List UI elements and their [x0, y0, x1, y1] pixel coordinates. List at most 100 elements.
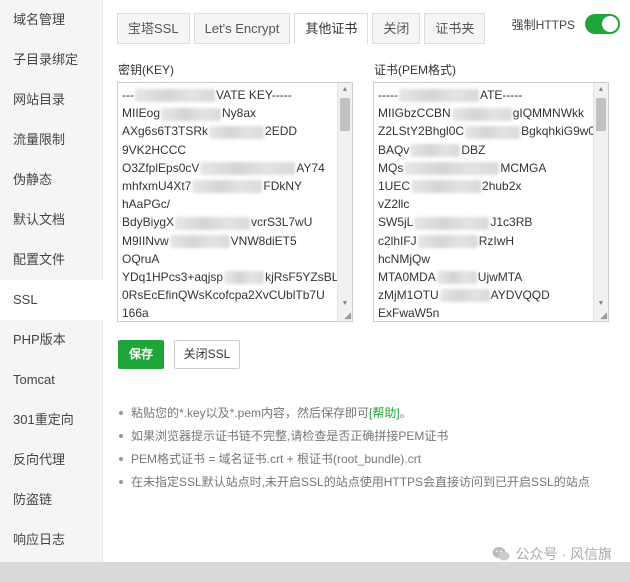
scroll-up-arrow-icon[interactable]: ▲ [338, 83, 352, 97]
redacted-region [451, 107, 512, 121]
redacted-region [404, 162, 500, 176]
key-line: OQruA [122, 251, 160, 266]
sidebar-item-response-log[interactable]: 响应日志 [0, 520, 102, 560]
wechat-icon [492, 546, 510, 562]
sidebar-item-site-dir[interactable]: 网站目录 [0, 80, 102, 120]
tab-close[interactable]: 关闭 [372, 13, 421, 44]
tip-text: 在未指定SSL默认站点时,未开启SSL的站点使用HTTPS会直接访问到已开启SS… [131, 475, 590, 489]
cert-line: zMjM1OTU AYDVQQD [378, 288, 550, 303]
key-line: BdyBiygX vcrS3L7wU [122, 215, 313, 230]
sidebar-item-rewrite[interactable]: 伪静态 [0, 160, 102, 200]
scrollbar-thumb[interactable] [340, 98, 350, 131]
resize-handle-icon[interactable]: ◢ [344, 311, 351, 320]
redacted-region [465, 125, 521, 139]
toggle-knob [602, 16, 618, 32]
cert-textarea-content: ----- ATE----- MIIGbzCCBN gIQMMNWkk Z2LStY2B… [374, 83, 608, 321]
cert-textarea[interactable]: ----- ATE----- MIIGbzCCBN gIQMMNWkk Z2LStY2B… [373, 82, 609, 322]
scroll-up-arrow-icon[interactable]: ▲ [594, 83, 608, 97]
tab-bt-ssl[interactable]: 宝塔SSL [117, 13, 190, 44]
key-line: YDq1HPcs3+aqjsp kjRsF5YZsBL [122, 269, 339, 285]
cert-line: MIIGbzCCBN gIQMMNWkk [378, 106, 585, 121]
sidebar-item-tomcat[interactable]: Tomcat [0, 360, 102, 400]
redacted-region [436, 271, 477, 285]
ssl-panel: 宝塔SSL Let's Encrypt 其他证书 关闭 证书夹 强制HTTPS … [103, 0, 630, 582]
key-line: M9IINvw VNW8diET5 [122, 233, 297, 248]
bullet-icon [119, 456, 123, 461]
sidebar-item-default-doc[interactable]: 默认文档 [0, 200, 102, 240]
redacted-region [192, 180, 263, 194]
cert-field-label: 证书(PEM格式) [374, 63, 456, 77]
redacted-region [410, 143, 461, 157]
tab-cert-folder[interactable]: 证书夹 [424, 13, 486, 44]
cert-line: Z2LStY2Bhgl0C BgkqhkiG9w0 [378, 124, 596, 139]
tip-item: PEM格式证书 = 域名证书.crt + 根证书(root_bundle).cr… [119, 448, 590, 471]
sidebar-item-config-file[interactable]: 配置文件 [0, 240, 102, 280]
bullet-icon [119, 433, 123, 438]
cert-line: ----- ATE----- [378, 88, 523, 103]
key-line: O3ZfplEps0cV AY74 [122, 160, 325, 176]
tip-text: 粘贴您的*.key以及*.pem内容，然后保存即可 [131, 406, 370, 420]
cert-line: 1UEC 2hub2x [378, 178, 522, 194]
redacted-region [209, 125, 265, 139]
key-line: MIIEog Ny8ax [122, 106, 257, 121]
key-field-label: 密钥(KEY) [118, 63, 175, 77]
redacted-region [414, 216, 490, 230]
help-link[interactable]: [帮助] [369, 406, 400, 420]
redacted-region [169, 234, 230, 248]
force-https-toggle[interactable] [585, 14, 620, 34]
ssl-tabs: 宝塔SSL Let's Encrypt 其他证书 关闭 证书夹 [117, 13, 489, 44]
redacted-region [417, 234, 478, 248]
tip-item: 如果浏览器提示证书链不完整,请检查是否正确拼接PEM证书 [119, 425, 590, 448]
tip-item: 粘贴您的*.key以及*.pem内容，然后保存即可[帮助]。 [119, 402, 590, 425]
tab-lets-encrypt[interactable]: Let's Encrypt [193, 13, 291, 44]
tip-text: 。 [399, 406, 412, 420]
force-https-label: 强制HTTPS [511, 17, 575, 32]
sidebar-item-domain[interactable]: 域名管理 [0, 0, 102, 40]
key-line: 9VK2HCCC [122, 142, 187, 157]
key-line: AXg6s6T3TSRk 2EDD [122, 124, 298, 139]
bottom-strip [0, 562, 630, 582]
sidebar-item-reverse-proxy[interactable]: 反向代理 [0, 440, 102, 480]
force-https-control: 强制HTTPS [512, 14, 620, 34]
cert-scrollbar[interactable]: ▲ ▼ [593, 83, 608, 321]
sidebar-item-php-version[interactable]: PHP版本 [0, 320, 102, 360]
key-line: 166a [122, 306, 149, 321]
key-textarea-content: --- VATE KEY----- MIIEog Ny8ax AXg6s6T3TSRk 2… [118, 83, 352, 321]
save-button[interactable]: 保存 [118, 340, 164, 369]
cert-line: hcNMjQw [378, 251, 431, 266]
scrollbar-thumb[interactable] [596, 98, 606, 131]
close-ssl-button[interactable]: 关闭SSL [174, 340, 240, 369]
sidebar-item-subdir-binding[interactable]: 子目录绑定 [0, 40, 102, 80]
redacted-region [398, 89, 479, 103]
key-scrollbar[interactable]: ▲ ▼ [337, 83, 352, 321]
watermark-text: 公众号 · 风信旗 [515, 546, 612, 562]
sidebar-item-redirect[interactable]: 301重定向 [0, 400, 102, 440]
key-line: 0RsEcEfinQWsKcofcpa2XvCUblTb7U [122, 288, 325, 303]
cert-line: vZ2llc [378, 197, 410, 212]
sidebar-item-hotlink[interactable]: 防盗链 [0, 480, 102, 520]
cert-line: MTA0MDA UjwMTA [378, 269, 523, 285]
cert-line: BAQv DBZ [378, 142, 486, 157]
scroll-down-arrow-icon[interactable]: ▼ [338, 297, 352, 311]
resize-handle-icon[interactable]: ◢ [600, 311, 607, 320]
sidebar-item-ssl[interactable]: SSL [0, 280, 103, 320]
tab-other-cert[interactable]: 其他证书 [294, 13, 369, 44]
redacted-region [175, 216, 251, 230]
bullet-icon [119, 410, 123, 415]
tip-text: 如果浏览器提示证书链不完整,请检查是否正确拼接PEM证书 [131, 429, 449, 443]
sidebar-item-traffic-limit[interactable]: 流量限制 [0, 120, 102, 160]
redacted-region [161, 107, 222, 121]
cert-line: SW5jL J1c3RB [378, 215, 533, 230]
tip-item: 在未指定SSL默认站点时,未开启SSL的站点使用HTTPS会直接访问到已开启SS… [119, 471, 590, 494]
tip-text: PEM格式证书 = 域名证书.crt + 根证书(root_bundle).cr… [131, 452, 422, 466]
redacted-region [411, 180, 482, 194]
ssl-tips-list: 粘贴您的*.key以及*.pem内容，然后保存即可[帮助]。 如果浏览器提示证书… [119, 402, 590, 494]
redacted-region [200, 162, 296, 176]
redacted-region [135, 89, 215, 103]
redacted-region [439, 289, 490, 303]
key-line: mhfxmU4Xt7 FDkNY [122, 178, 303, 194]
site-settings-sidebar: 域名管理 子目录绑定 网站目录 流量限制 伪静态 默认文档 配置文件 SSL P… [0, 0, 103, 582]
scroll-down-arrow-icon[interactable]: ▼ [594, 297, 608, 311]
cert-line: MQs MCMGA [378, 160, 547, 176]
key-textarea[interactable]: --- VATE KEY----- MIIEog Ny8ax AXg6s6T3TSRk 2… [117, 82, 353, 322]
